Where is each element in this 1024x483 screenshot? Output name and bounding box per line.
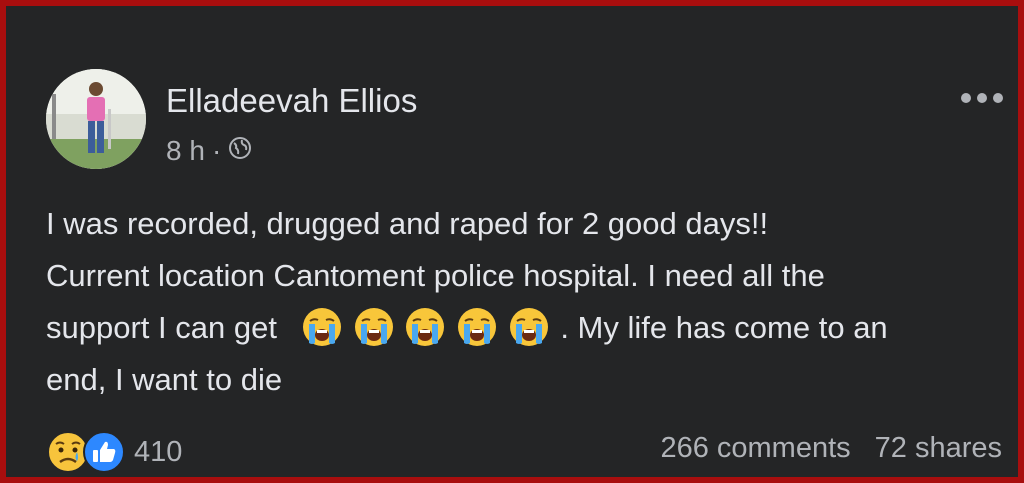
comments-count-link[interactable]: 266 comments <box>660 432 850 465</box>
post-message: I was recorded, drugged and raped for 2 … <box>46 198 1011 406</box>
post-text-line: I was recorded, drugged and raped for 2 … <box>46 206 769 241</box>
post-meta: 8 h · <box>166 135 252 167</box>
like-icon <box>83 431 125 473</box>
meta-separator: · <box>211 135 222 166</box>
loudly-crying-face-icon <box>405 307 445 347</box>
loudly-crying-face-icon <box>509 307 549 347</box>
post-text-segment: . My life has come to an <box>560 310 888 345</box>
post-time[interactable]: 8 h <box>166 135 205 167</box>
post-text-line: end, I want to die <box>46 362 283 397</box>
reaction-count: 410 <box>134 435 183 468</box>
loudly-crying-face-icon <box>354 307 394 347</box>
loudly-crying-face-icon <box>302 307 342 347</box>
more-options-icon[interactable] <box>961 88 1003 108</box>
post-text-line: support I can get . My life has come to … <box>46 302 1011 354</box>
post-text-line: Current location Cantoment police hospit… <box>46 258 825 293</box>
post-card: Elladeevah Ellios 8 h · I was recorded, … <box>6 6 1018 477</box>
author-name[interactable]: Elladeevah Ellios <box>166 82 417 120</box>
avatar[interactable] <box>46 69 146 169</box>
reactions-summary[interactable]: 410 <box>46 430 182 474</box>
shares-count-link[interactable]: 72 shares <box>875 432 1002 465</box>
post-text-segment: support I can get <box>46 310 277 345</box>
post-stats: 266 comments 72 shares <box>660 432 1002 465</box>
globe-icon <box>228 135 252 167</box>
loudly-crying-face-icon <box>457 307 497 347</box>
